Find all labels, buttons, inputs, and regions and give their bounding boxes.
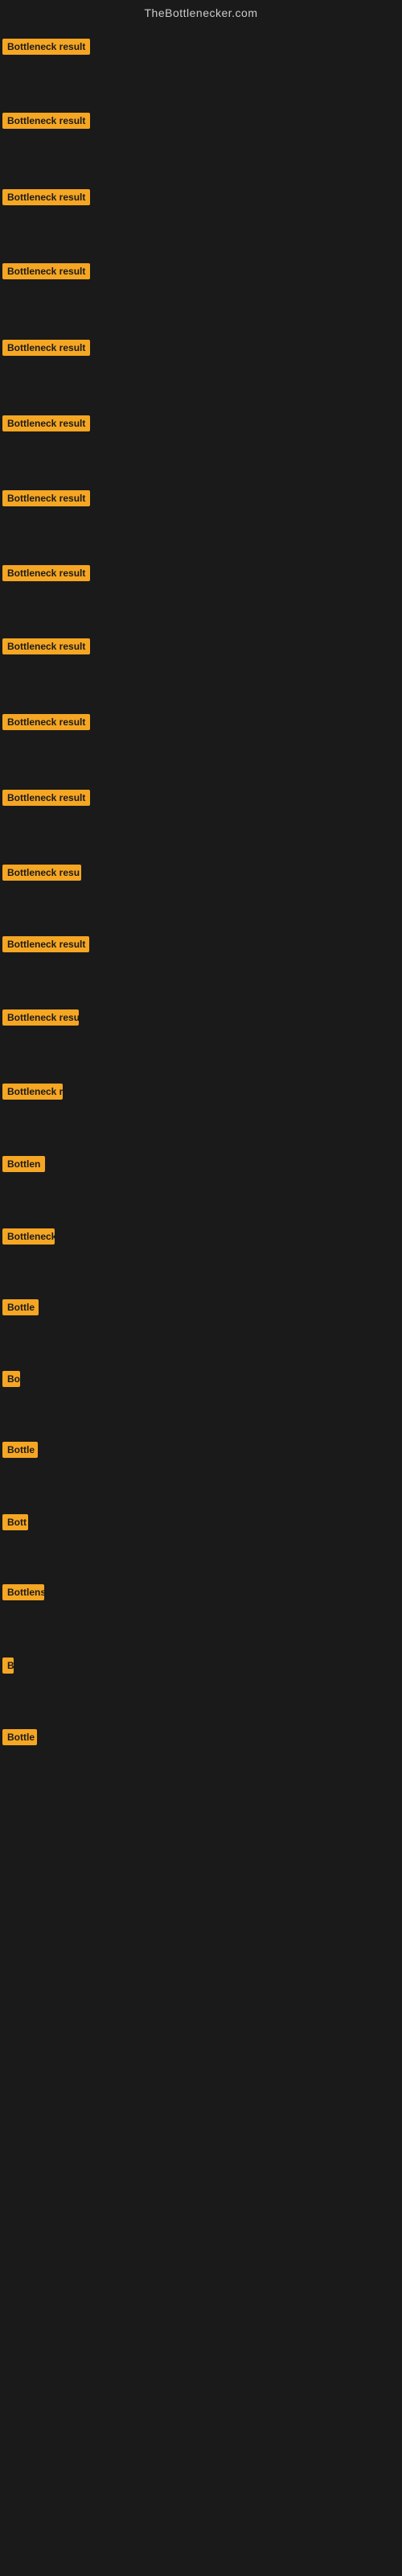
result-row-2: Bottleneck result xyxy=(0,59,402,133)
bottleneck-badge-4: Bottleneck result xyxy=(2,263,90,279)
site-header: TheBottlenecker.com xyxy=(0,0,402,23)
result-row-8: Bottleneck result xyxy=(0,510,402,585)
result-row-24: Bottle xyxy=(0,1678,402,1749)
result-row-10: Bottleneck result xyxy=(0,658,402,734)
bottleneck-badge-19: Bo xyxy=(2,1371,20,1387)
result-row-3: Bottleneck result xyxy=(0,133,402,209)
result-row-17: Bottleneck xyxy=(0,1176,402,1249)
bottleneck-badge-11: Bottleneck result xyxy=(2,790,90,806)
bottleneck-badge-8: Bottleneck result xyxy=(2,565,90,581)
bottleneck-badge-17: Bottleneck xyxy=(2,1228,55,1245)
result-row-16: Bottlen xyxy=(0,1104,402,1176)
result-row-6: Bottleneck result xyxy=(0,360,402,436)
bottleneck-badge-3: Bottleneck result xyxy=(2,189,90,205)
bottleneck-badge-6: Bottleneck result xyxy=(2,415,90,431)
result-row-22: Bottlens xyxy=(0,1534,402,1604)
result-row-19: Bo xyxy=(0,1319,402,1391)
result-row-9: Bottleneck result xyxy=(0,585,402,658)
result-row-12: Bottleneck resu xyxy=(0,810,402,885)
result-row-13: Bottleneck result xyxy=(0,885,402,956)
bottleneck-badge-24: Bottle xyxy=(2,1729,37,1745)
result-row-18: Bottle xyxy=(0,1249,402,1319)
bottleneck-badge-12: Bottleneck resu xyxy=(2,865,81,881)
result-row-5: Bottleneck result xyxy=(0,283,402,360)
result-row-21: Bott xyxy=(0,1462,402,1534)
bottleneck-badge-20: Bottle xyxy=(2,1442,38,1458)
bottleneck-badge-21: Bott xyxy=(2,1514,28,1530)
result-row-14: Bottleneck resu xyxy=(0,956,402,1030)
result-row-1: Bottleneck result xyxy=(0,23,402,59)
bottleneck-badge-5: Bottleneck result xyxy=(2,340,90,356)
bottleneck-badge-14: Bottleneck resu xyxy=(2,1009,79,1026)
result-row-20: Bottle xyxy=(0,1391,402,1462)
result-row-7: Bottleneck result xyxy=(0,436,402,510)
bottleneck-badge-13: Bottleneck result xyxy=(2,936,89,952)
bottleneck-badge-2: Bottleneck result xyxy=(2,113,90,129)
bottleneck-badge-15: Bottleneck r xyxy=(2,1084,63,1100)
bottleneck-badge-23: B xyxy=(2,1657,14,1674)
site-title: TheBottlenecker.com xyxy=(0,0,402,23)
bottleneck-badge-22: Bottlens xyxy=(2,1584,44,1600)
bottleneck-badge-7: Bottleneck result xyxy=(2,490,90,506)
result-row-11: Bottleneck result xyxy=(0,734,402,810)
bottleneck-badge-18: Bottle xyxy=(2,1299,39,1315)
bottleneck-badge-10: Bottleneck result xyxy=(2,714,90,730)
results-container: Bottleneck result Bottleneck result Bottle… xyxy=(0,23,402,1749)
result-row-15: Bottleneck r xyxy=(0,1030,402,1104)
result-row-4: Bottleneck result xyxy=(0,209,402,283)
result-row-23: B xyxy=(0,1604,402,1678)
bottleneck-badge-16: Bottlen xyxy=(2,1156,45,1172)
bottleneck-badge-1: Bottleneck result xyxy=(2,39,90,55)
bottleneck-badge-9: Bottleneck result xyxy=(2,638,90,654)
